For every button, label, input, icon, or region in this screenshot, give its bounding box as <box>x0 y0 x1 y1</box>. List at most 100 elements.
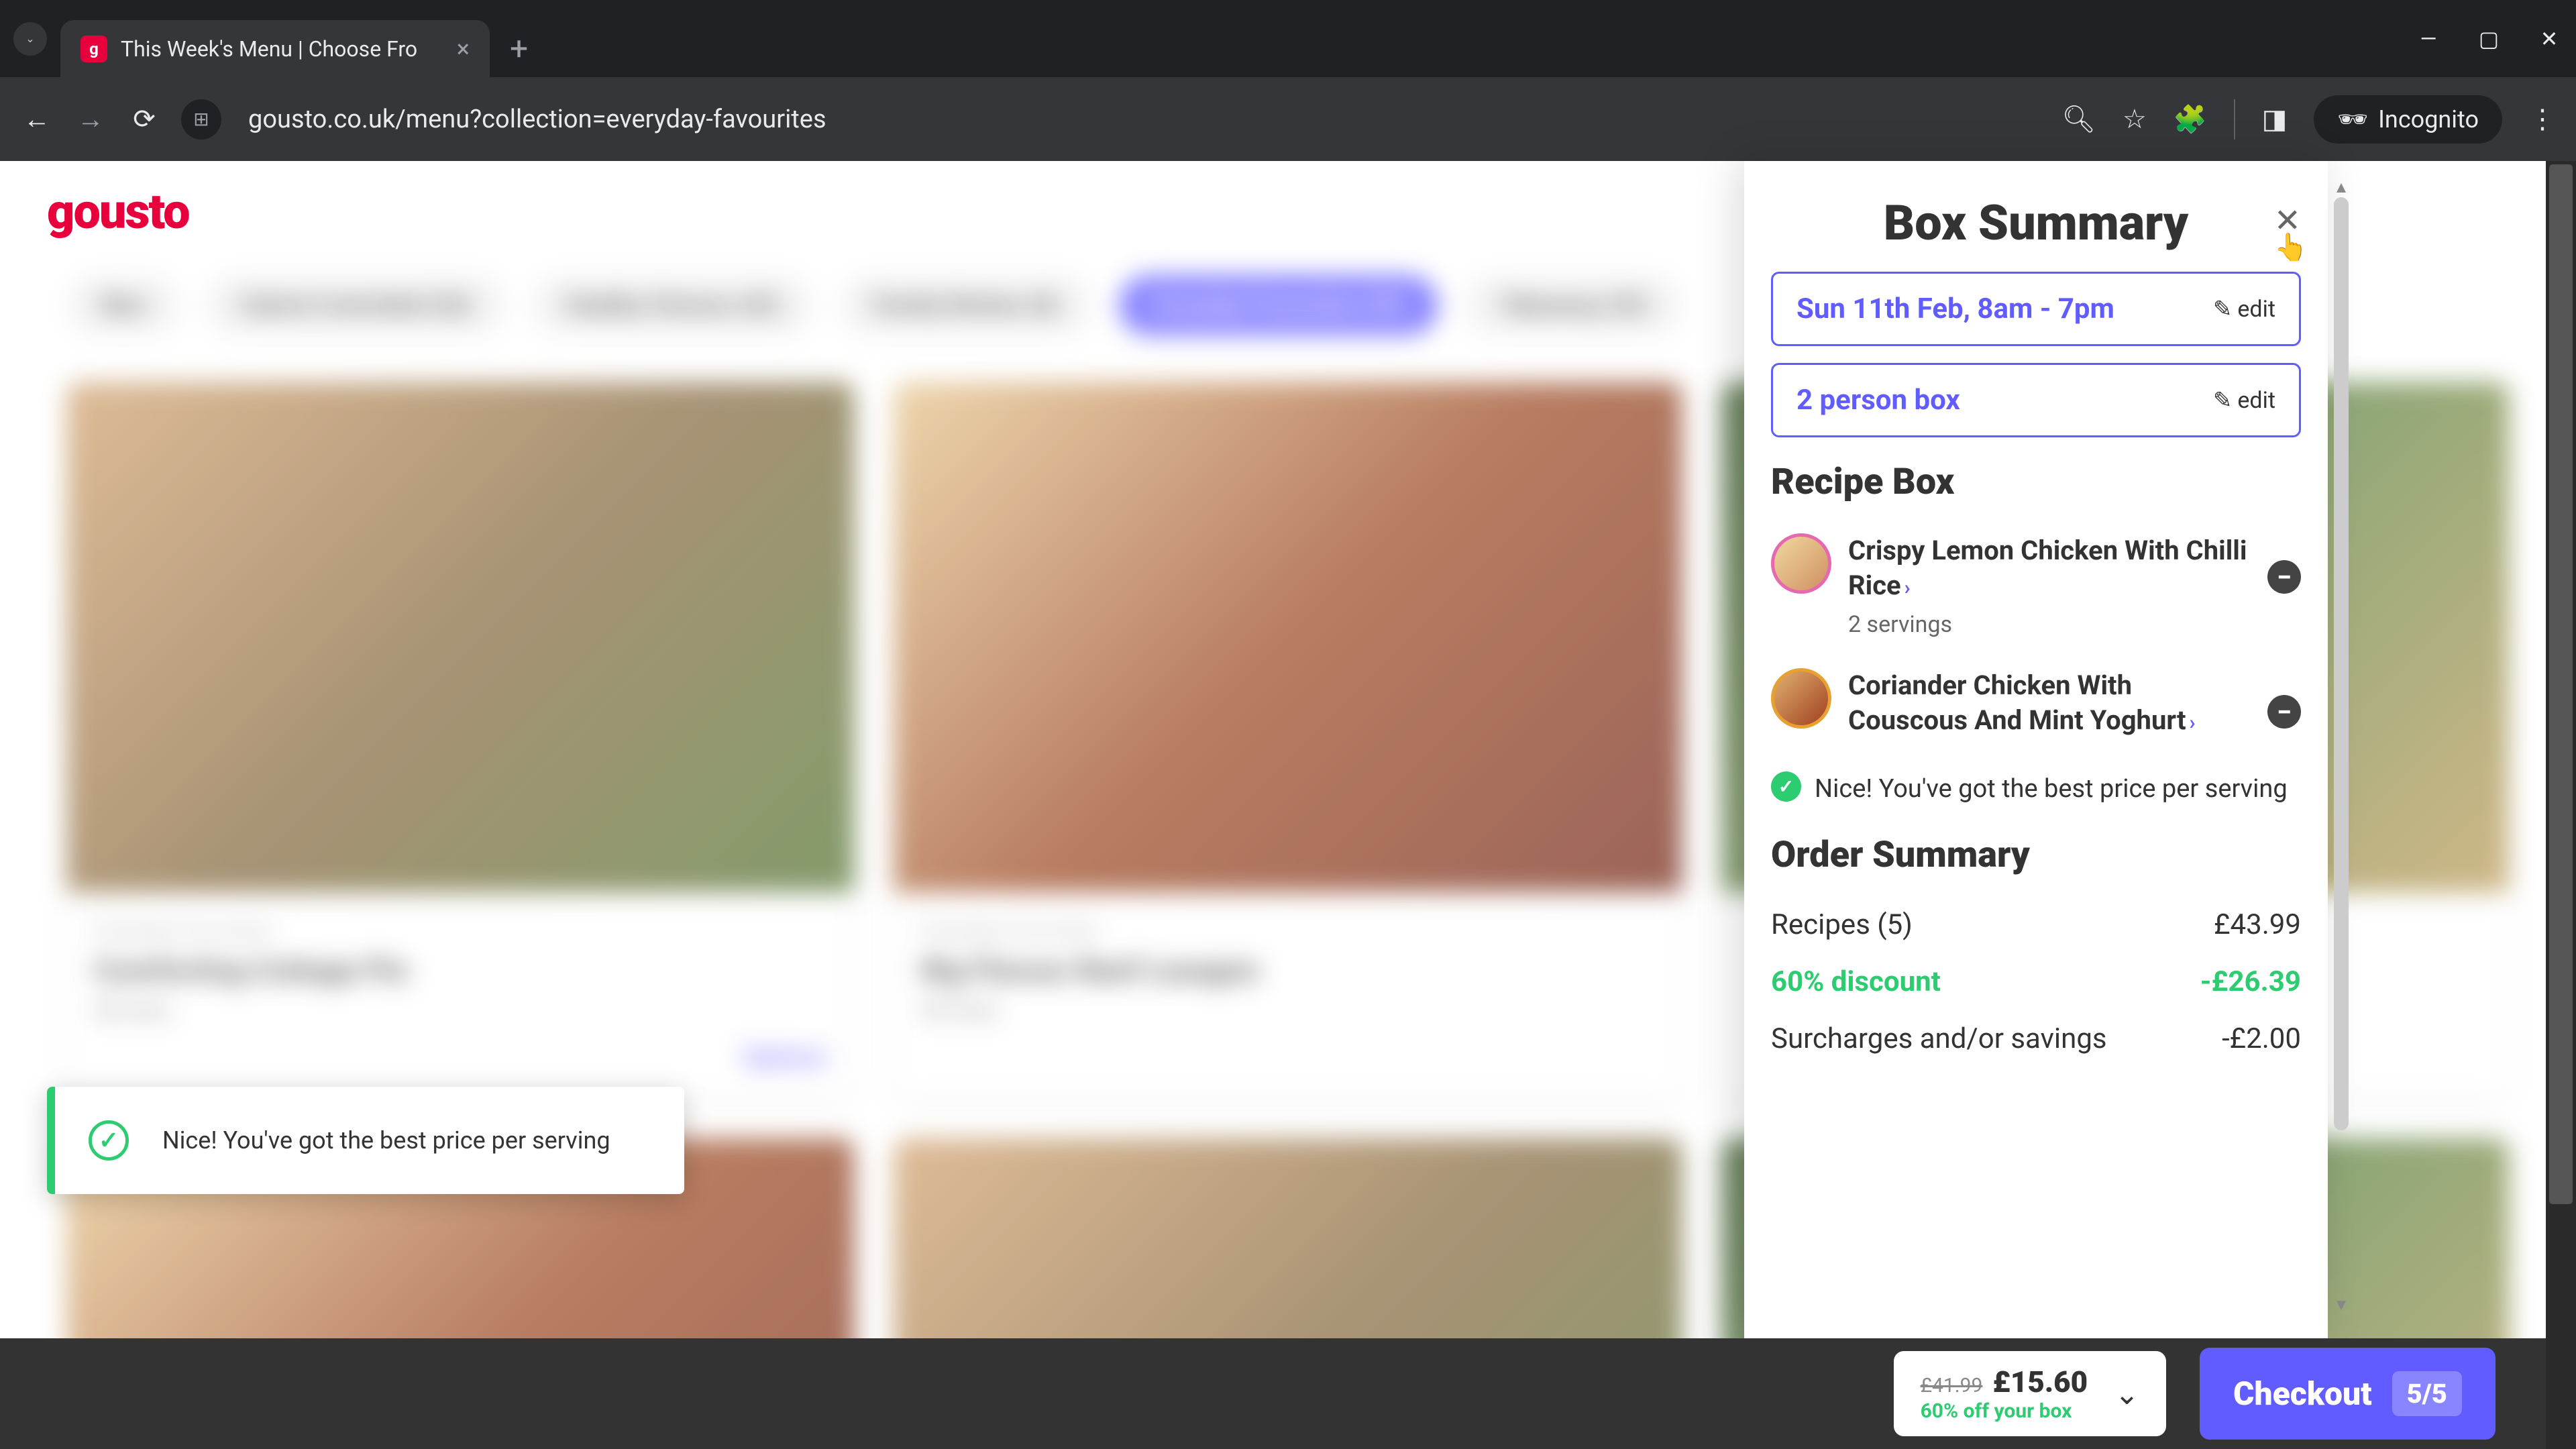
checkout-button[interactable]: Checkout 5/5 <box>2200 1348 2496 1440</box>
address-bar[interactable]: gousto.co.uk/menu?collection=everyday-fa… <box>241 105 2021 134</box>
category-pill[interactable]: Takeaway (25) <box>1465 275 1681 335</box>
recipe-image <box>67 382 854 892</box>
pencil-icon: ✎ <box>2213 296 2233 323</box>
category-pill[interactable]: New <box>67 275 179 335</box>
box-size-box: 2 person box ✎edit <box>1771 363 2301 437</box>
menu-icon[interactable]: ⋮ <box>2529 103 2556 135</box>
maximize-button[interactable]: ▢ <box>2475 26 2502 52</box>
minimize-button[interactable]: — <box>2415 26 2442 52</box>
incognito-icon: 🕶 <box>2337 105 2368 133</box>
category-pill[interactable]: Family Kitchen (8) <box>840 275 1092 335</box>
back-button[interactable]: ← <box>20 103 54 135</box>
recipe-list[interactable]: Crispy Lemon Chicken With Chilli Rice› 2… <box>1771 523 2301 758</box>
page-scrollbar[interactable] <box>2546 161 2576 1449</box>
checkout-count: 5/5 <box>2392 1371 2462 1416</box>
gousto-logo[interactable]: gousto <box>47 183 189 240</box>
price-subtext: 60% off your box <box>1921 1399 2088 1423</box>
order-label: Surcharges and/or savings <box>1771 1022 2107 1055</box>
panel-title: Box Summary <box>1771 195 2301 252</box>
reload-button[interactable]: ⟳ <box>127 103 161 135</box>
edit-box-size-button[interactable]: ✎edit <box>2213 387 2275 414</box>
recipe-name[interactable]: Coriander Chicken With Couscous And Mint… <box>1848 668 2251 738</box>
order-value: £43.99 <box>2214 908 2301 941</box>
edit-delivery-button[interactable]: ✎edit <box>2213 296 2275 323</box>
extensions-icon[interactable]: 🧩 <box>2174 103 2207 135</box>
price-original: £41.99 <box>1921 1374 1983 1397</box>
recipe-servings: 2 servings <box>1848 611 2251 638</box>
window-controls: — ▢ ✕ <box>2415 26 2563 52</box>
scroll-thumb[interactable] <box>2549 164 2573 1204</box>
recipe-name[interactable]: Crispy Lemon Chicken With Chilli Rice› <box>1848 533 2251 603</box>
side-panel-icon[interactable]: ◨ <box>2262 103 2288 135</box>
recipe-options[interactable]: Options <box>94 1043 827 1071</box>
close-tab-icon[interactable]: × <box>457 35 470 63</box>
best-price-notice: ✓ Nice! You've got the best price per se… <box>1771 771 2301 807</box>
recipe-time: 40 mins <box>94 998 827 1023</box>
new-tab-button[interactable]: + <box>510 30 528 68</box>
order-summary-heading: Order Summary <box>1771 834 2301 876</box>
bookmark-icon[interactable]: ☆ <box>2123 103 2147 135</box>
recipe-box-heading: Recipe Box <box>1771 461 2301 503</box>
divider <box>2234 99 2235 140</box>
recipe-card[interactable]: Everyday Favourites Comforting Cottage P… <box>67 382 854 1098</box>
chevron-right-icon: › <box>1904 576 1911 600</box>
chevron-down-icon: ⌄ <box>25 32 34 45</box>
tab-search-button[interactable]: ⌄ <box>13 22 47 56</box>
edit-label: edit <box>2237 296 2275 323</box>
box-summary-panel: Box Summary ✕ 👆 Sun 11th Feb, 8am - 7pm … <box>1744 161 2328 1338</box>
checkout-label: Checkout <box>2233 1375 2372 1413</box>
browser-tab[interactable]: g This Week's Menu | Choose Fro × <box>60 20 490 77</box>
check-circle-icon: ✓ <box>89 1120 129 1161</box>
recipe-image <box>894 382 1681 892</box>
toast-notification: ✓ Nice! You've got the best price per se… <box>47 1087 684 1194</box>
order-row-recipes: Recipes (5) £43.99 <box>1771 896 2301 953</box>
close-window-button[interactable]: ✕ <box>2536 26 2563 52</box>
delivery-slot-box: Sun 11th Feb, 8am - 7pm ✎edit <box>1771 272 2301 346</box>
remove-recipe-button[interactable]: − <box>2267 695 2301 729</box>
category-pill[interactable]: Healthy Choices (42) <box>532 275 813 335</box>
box-size-text: 2 person box <box>1796 384 1960 417</box>
browser-tab-strip: ⌄ g This Week's Menu | Choose Fro × + — … <box>0 0 2576 77</box>
scroll-up-icon[interactable]: ▲ <box>2333 178 2349 197</box>
order-label: Recipes (5) <box>1771 908 1913 941</box>
category-pill-active[interactable]: Everyday Favourites (29) <box>1119 275 1438 335</box>
pencil-icon: ✎ <box>2213 387 2233 414</box>
chevron-right-icon: › <box>2190 711 2196 735</box>
page-content: gousto New Calorie Controlled (26) Healt… <box>0 161 2576 1449</box>
price-discounted: £15.60 <box>1992 1364 2088 1399</box>
scroll-down-icon[interactable]: ▼ <box>2333 1295 2349 1315</box>
incognito-label: Incognito <box>2378 105 2479 133</box>
order-label: 60% discount <box>1771 965 1941 998</box>
recipe-tag: Everyday Favourites <box>94 919 827 943</box>
best-price-text: Nice! You've got the best price per serv… <box>1815 771 2288 807</box>
category-pill[interactable]: Calorie Controlled (26) <box>206 275 504 335</box>
recipe-name-text: Coriander Chicken With Couscous And Mint… <box>1848 669 2186 736</box>
check-circle-icon: ✓ <box>1771 771 1801 802</box>
favicon-icon: g <box>80 36 107 62</box>
recipe-item: Coriander Chicken With Couscous And Mint… <box>1771 658 2301 758</box>
recipe-thumbnail <box>1771 533 1831 594</box>
recipe-title: Comforting Cottage Pie <box>94 953 827 987</box>
recipe-item: Crispy Lemon Chicken With Chilli Rice› 2… <box>1771 523 2301 658</box>
order-row-discount: 60% discount -£26.39 <box>1771 953 2301 1010</box>
chevron-down-icon[interactable]: ⌄ <box>2114 1377 2139 1411</box>
order-row-surcharges: Surcharges and/or savings -£2.00 <box>1771 1010 2301 1067</box>
recipe-time: 45 mins <box>921 998 1654 1023</box>
edit-label: edit <box>2237 387 2275 414</box>
browser-toolbar: ← → ⟳ ⊞ gousto.co.uk/menu?collection=eve… <box>0 77 2576 161</box>
recipe-thumbnail <box>1771 668 1831 729</box>
toast-text: Nice! You've got the best price per serv… <box>162 1126 610 1155</box>
site-info-button[interactable]: ⊞ <box>181 99 221 140</box>
search-icon[interactable]: 🔍︎ <box>2061 103 2096 135</box>
panel-scrollbar[interactable]: ▲ ▼ <box>2328 178 2355 1315</box>
price-summary-box[interactable]: £41.99 £15.60 60% off your box ⌄ <box>1894 1351 2166 1436</box>
tab-title: This Week's Menu | Choose Fro <box>121 36 443 62</box>
scroll-thumb[interactable] <box>2334 197 2349 1130</box>
remove-recipe-button[interactable]: − <box>2267 560 2301 594</box>
recipe-card[interactable]: Everyday Favourites Big Flavour Beef Las… <box>894 382 1681 1098</box>
incognito-badge[interactable]: 🕶 Incognito <box>2314 95 2502 144</box>
forward-button[interactable]: → <box>74 103 107 135</box>
order-value: -£2.00 <box>2222 1022 2301 1055</box>
recipe-tag: Everyday Favourites <box>921 919 1654 943</box>
close-panel-button[interactable]: ✕ <box>2274 201 2301 239</box>
